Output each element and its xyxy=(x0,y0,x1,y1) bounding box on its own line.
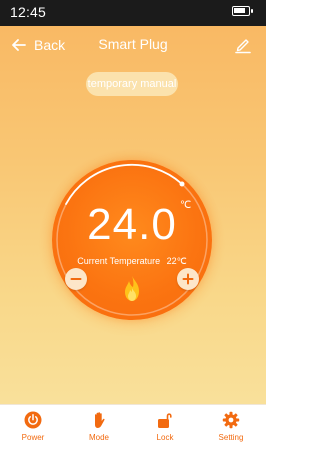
gear-icon xyxy=(222,411,240,429)
flame-icon xyxy=(125,275,139,301)
nav-item-lock[interactable]: Lock xyxy=(135,411,195,451)
nav-item-power[interactable]: Power xyxy=(3,411,63,451)
nav-label-setting: Setting xyxy=(218,433,244,442)
nav-label-mode: Mode xyxy=(88,433,109,442)
current-temperature-value: 22℃ xyxy=(166,256,187,266)
plus-icon xyxy=(182,273,194,285)
bottom-nav: Power Mode Lock Setting xyxy=(0,404,266,452)
mode-pill[interactable]: temporary manual xyxy=(86,72,178,96)
unlock-icon xyxy=(158,413,172,428)
nav-item-mode[interactable]: Mode xyxy=(69,411,129,451)
minus-icon xyxy=(70,278,82,280)
page-title: Smart Plug xyxy=(98,36,168,52)
power-icon xyxy=(24,411,42,429)
status-time: 12:45 xyxy=(10,4,47,20)
battery-level xyxy=(234,8,245,13)
smart-plug-screen: 12:45 Back Smart Plug temporary manual 2… xyxy=(0,0,266,452)
status-bar: 12:45 xyxy=(0,0,266,26)
header: Back Smart Plug xyxy=(0,26,266,64)
nav-label-power: Power xyxy=(21,433,45,442)
hand-icon xyxy=(95,412,105,428)
current-temperature-label: Current Temperature xyxy=(77,256,161,266)
nav-item-setting[interactable]: Setting xyxy=(201,411,261,451)
temperature-unit: ℃ xyxy=(180,200,192,211)
decrease-temperature-button[interactable] xyxy=(65,268,87,290)
battery-icon xyxy=(232,6,253,16)
pencil-icon[interactable] xyxy=(234,36,252,54)
nav-label-lock: Lock xyxy=(156,433,174,442)
temperature-dial[interactable]: 24.0 ℃ Current Temperature 22℃ xyxy=(52,160,212,320)
dial-handle[interactable] xyxy=(179,181,185,187)
increase-temperature-button[interactable] xyxy=(177,268,199,290)
current-temperature: Current Temperature 22℃ xyxy=(52,256,212,267)
